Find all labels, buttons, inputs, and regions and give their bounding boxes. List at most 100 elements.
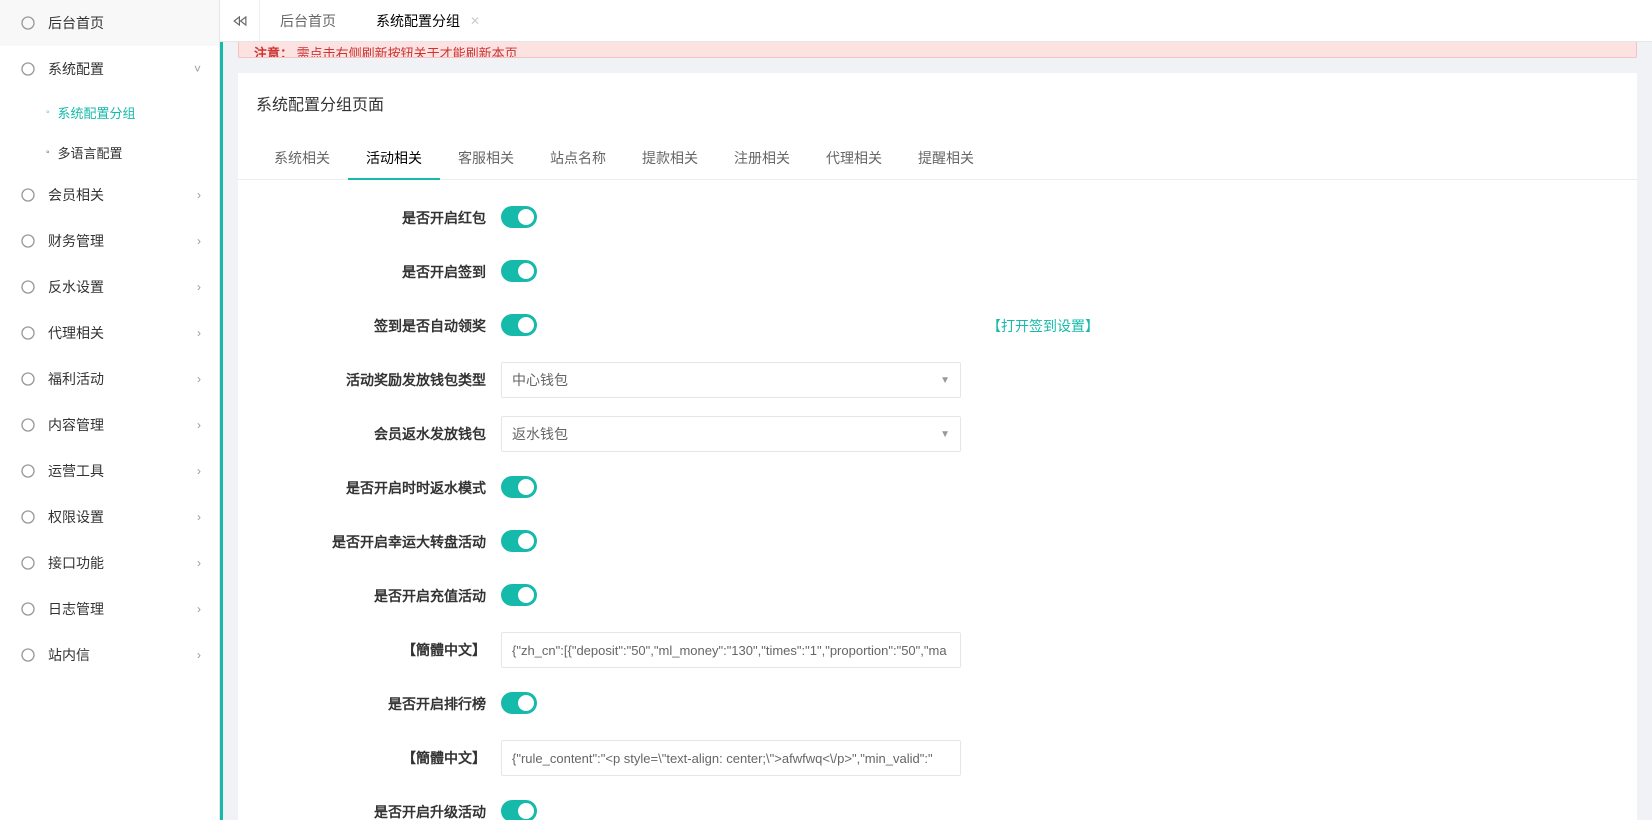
- inner-tab[interactable]: 代理相关: [808, 137, 900, 179]
- inner-tab[interactable]: 站点名称: [532, 137, 624, 179]
- form-label: 是否开启充值活动: [256, 586, 501, 606]
- page-title: 系统配置分组页面: [238, 73, 1637, 137]
- sidebar-item[interactable]: 站内信 ›: [0, 632, 219, 678]
- tab-close-icon[interactable]: ✕: [470, 14, 480, 28]
- circle-icon: [20, 61, 36, 77]
- circle-icon: [20, 279, 36, 295]
- toggle-switch[interactable]: [501, 260, 537, 282]
- sidebar-subitem-label: 多语言配置: [58, 143, 123, 162]
- sidebar-item-label: 会员相关: [48, 185, 104, 205]
- form-label: 签到是否自动领奖: [256, 316, 501, 336]
- inner-tab[interactable]: 提款相关: [624, 137, 716, 179]
- select-value: 返水钱包: [512, 424, 568, 444]
- top-tab[interactable]: 系统配置分组✕: [356, 0, 500, 41]
- circle-icon: [20, 509, 36, 525]
- sidebar-item[interactable]: 系统配置 ˅: [0, 46, 219, 92]
- top-tab[interactable]: 后台首页: [260, 0, 356, 41]
- inner-tab[interactable]: 提醒相关: [900, 137, 992, 179]
- sidebar-item[interactable]: 运营工具›: [0, 448, 219, 494]
- toggle-switch[interactable]: [501, 584, 537, 606]
- sidebar-item[interactable]: 日志管理›: [0, 586, 219, 632]
- sidebar-subitem[interactable]: ◦多语言配置: [0, 132, 219, 172]
- sidebar-item-label: 反水设置: [48, 277, 104, 297]
- chevron-right-icon: ˅: [194, 62, 201, 76]
- form-control: [501, 314, 537, 339]
- form-row: 是否开启升级活动: [256, 794, 1619, 820]
- form-label: 是否开启红包: [256, 208, 501, 228]
- sidebar-item-label: 日志管理: [48, 599, 104, 619]
- form-row: 是否开启红包: [256, 200, 1619, 236]
- chevron-right-icon: ›: [197, 326, 201, 340]
- tab-collapse-button[interactable]: [220, 0, 260, 41]
- inner-tab[interactable]: 注册相关: [716, 137, 808, 179]
- chevron-right-icon: ›: [197, 280, 201, 294]
- sidebar-item[interactable]: 代理相关 ›: [0, 310, 219, 356]
- sidebar-item[interactable]: 财务管理›: [0, 218, 219, 264]
- circle-icon: [20, 15, 36, 31]
- rewind-icon: [233, 14, 247, 28]
- sidebar-item-label: 站内信: [48, 645, 90, 665]
- circle-icon: [20, 555, 36, 571]
- form-row: 签到是否自动领奖 【打开签到设置】: [256, 308, 1619, 344]
- text-input[interactable]: {"zh_cn":[{"deposit":"50","ml_money":"13…: [501, 632, 961, 668]
- form-label: 是否开启升级活动: [256, 802, 501, 820]
- sidebar-item-label: 代理相关: [48, 323, 104, 343]
- circle-icon: [20, 647, 36, 663]
- sidebar-item[interactable]: 权限设置›: [0, 494, 219, 540]
- sidebar-item-label: 福利活动: [48, 369, 104, 389]
- inner-tab[interactable]: 系统相关: [256, 137, 348, 179]
- toggle-switch[interactable]: [501, 314, 537, 336]
- select-dropdown[interactable]: 返水钱包 ▼: [501, 416, 961, 452]
- form-row: 是否开启排行榜: [256, 686, 1619, 722]
- toggle-switch[interactable]: [501, 692, 537, 714]
- caret-down-icon: ▼: [940, 429, 950, 440]
- chevron-right-icon: ›: [197, 648, 201, 662]
- inner-tab[interactable]: 客服相关: [440, 137, 532, 179]
- chevron-right-icon: ›: [197, 234, 201, 248]
- tab-label: 后台首页: [280, 11, 336, 31]
- sidebar-item-label: 运营工具: [48, 461, 104, 481]
- form-label: 【簡體中文】: [256, 748, 501, 768]
- toggle-switch[interactable]: [501, 800, 537, 820]
- form-control: [501, 800, 537, 820]
- sidebar-item-label: 权限设置: [48, 507, 104, 527]
- sidebar-item[interactable]: 后台首页: [0, 0, 219, 46]
- sidebar-item-label: 内容管理: [48, 415, 104, 435]
- form-row: 【簡體中文】{"rule_content":"<p style=\"text-a…: [256, 740, 1619, 776]
- form-row: 【簡體中文】{"zh_cn":[{"deposit":"50","ml_mone…: [256, 632, 1619, 668]
- circle-icon: [20, 187, 36, 203]
- form-row: 是否开启充值活动: [256, 578, 1619, 614]
- content-scroll[interactable]: 注意： 需点击右侧刷新按钮关于才能刷新本页 系统配置分组页面 系统相关活动相关客…: [220, 42, 1652, 820]
- sidebar-item[interactable]: 福利活动 ›: [0, 356, 219, 402]
- form-control: [501, 584, 537, 609]
- bullet-icon: ◦: [46, 107, 50, 118]
- circle-icon: [20, 463, 36, 479]
- form-control: 中心钱包▼: [501, 362, 961, 398]
- form-label: 【簡體中文】: [256, 640, 501, 660]
- panel: 系统配置分组页面 系统相关活动相关客服相关站点名称提款相关注册相关代理相关提醒相…: [238, 73, 1637, 820]
- sidebar-subitem[interactable]: ◦ 系统配置分组: [0, 92, 219, 132]
- form: 是否开启红包是否开启签到签到是否自动领奖【打开签到设置】活动奖励发放钱包类型中心…: [238, 180, 1637, 820]
- toggle-switch[interactable]: [501, 476, 537, 498]
- form-control: {"zh_cn":[{"deposit":"50","ml_money":"13…: [501, 632, 961, 668]
- text-input[interactable]: {"rule_content":"<p style=\"text-align: …: [501, 740, 961, 776]
- chevron-right-icon: ›: [197, 372, 201, 386]
- sidebar-item[interactable]: 反水设置 ›: [0, 264, 219, 310]
- sidebar-subitem-label: 系统配置分组: [58, 103, 136, 122]
- circle-icon: [20, 233, 36, 249]
- inner-tab[interactable]: 活动相关: [348, 137, 440, 179]
- form-extra-link[interactable]: 【打开签到设置】: [987, 316, 1099, 336]
- form-control: [501, 530, 537, 555]
- sidebar-item[interactable]: 会员相关›: [0, 172, 219, 218]
- select-dropdown[interactable]: 中心钱包▼: [501, 362, 961, 398]
- form-label: 活动奖励发放钱包类型: [256, 370, 501, 390]
- sidebar-item-label: 系统配置: [48, 59, 104, 79]
- sidebar-item[interactable]: 内容管理›: [0, 402, 219, 448]
- sidebar-item[interactable]: 接口功能›: [0, 540, 219, 586]
- form-control: [501, 476, 537, 501]
- circle-icon: [20, 371, 36, 387]
- toggle-switch[interactable]: [501, 206, 537, 228]
- main-area: 后台首页系统配置分组✕ 注意： 需点击右侧刷新按钮关于才能刷新本页 系统配置分组…: [220, 0, 1652, 820]
- toggle-switch[interactable]: [501, 530, 537, 552]
- select-value: 中心钱包: [512, 370, 568, 390]
